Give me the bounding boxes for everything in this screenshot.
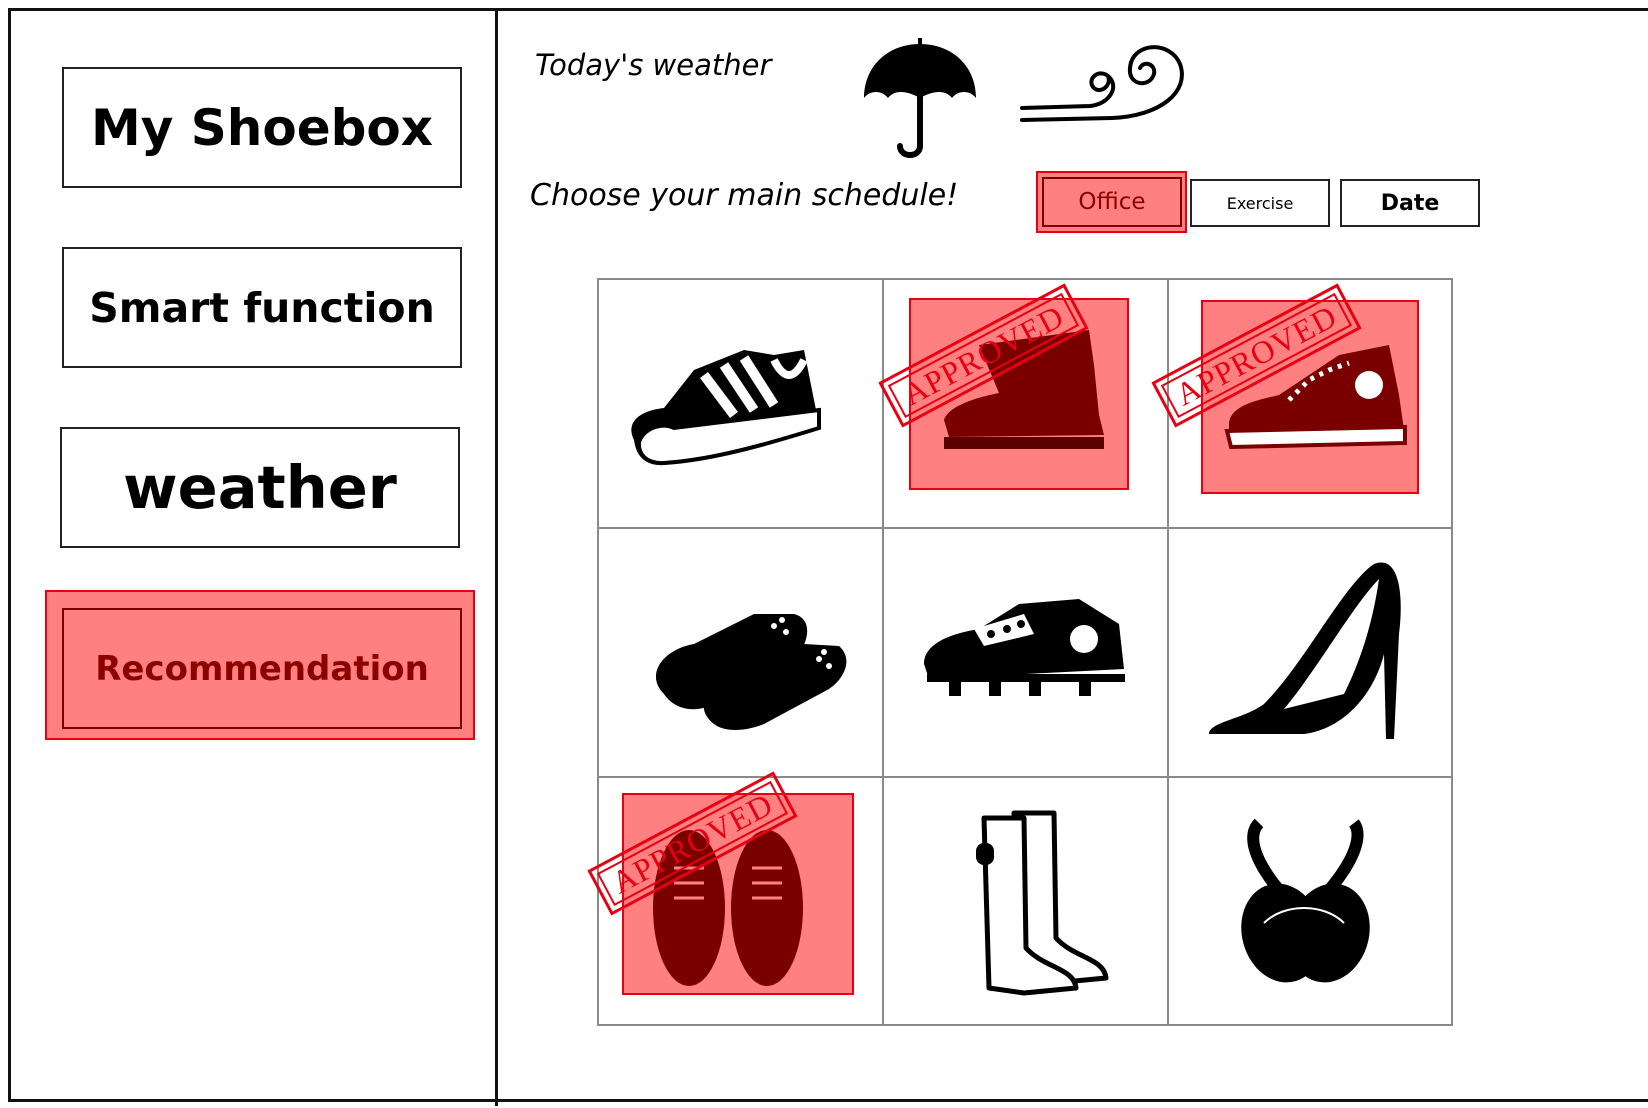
sidebar-item-smart-function[interactable]: Smart function <box>62 247 462 368</box>
sidebar-item-weather[interactable]: weather <box>60 427 460 548</box>
slippers-icon <box>655 614 847 730</box>
schedule-date-button[interactable]: Date <box>1340 179 1480 227</box>
sidebar-divider <box>495 8 498 1106</box>
schedule-office-button[interactable]: Office <box>1042 177 1182 227</box>
sneaker-icon <box>631 350 821 466</box>
shoe-cell-slippers[interactable] <box>599 529 884 778</box>
schedule-exercise-button[interactable]: Exercise <box>1190 179 1330 227</box>
soccer-cleat-icon <box>924 599 1125 696</box>
shoe-cell-oxford-shoes[interactable]: APPROVED <box>587 771 884 1024</box>
shoe-cell-high-heel[interactable] <box>1169 529 1451 778</box>
high-heel-icon <box>1209 562 1401 739</box>
sidebar-item-my-shoebox[interactable]: My Shoebox <box>62 67 462 188</box>
shoe-cell-high-top-sneaker[interactable]: APPROVED <box>1151 280 1451 529</box>
shoe-cell-work-boot[interactable]: APPROVED <box>878 280 1169 529</box>
shoe-grid: APPROVED APPROVED APPROVED <box>587 278 1453 1026</box>
schedule-prompt: Choose your main schedule! <box>530 178 959 213</box>
umbrella-icon <box>860 36 980 164</box>
shoe-cell-sneaker[interactable] <box>599 280 884 529</box>
shoe-cell-ballet-flats[interactable] <box>1169 778 1451 1024</box>
ballet-flats-icon <box>1241 818 1370 983</box>
wind-icon <box>1020 36 1190 126</box>
weather-label: Today's weather <box>535 48 772 82</box>
sidebar-item-recommendation[interactable]: Recommendation <box>62 608 462 729</box>
rain-boots-icon <box>976 810 1109 996</box>
shoe-cell-rain-boots[interactable] <box>884 778 1169 1024</box>
shoe-cell-soccer-cleat[interactable] <box>884 529 1169 778</box>
